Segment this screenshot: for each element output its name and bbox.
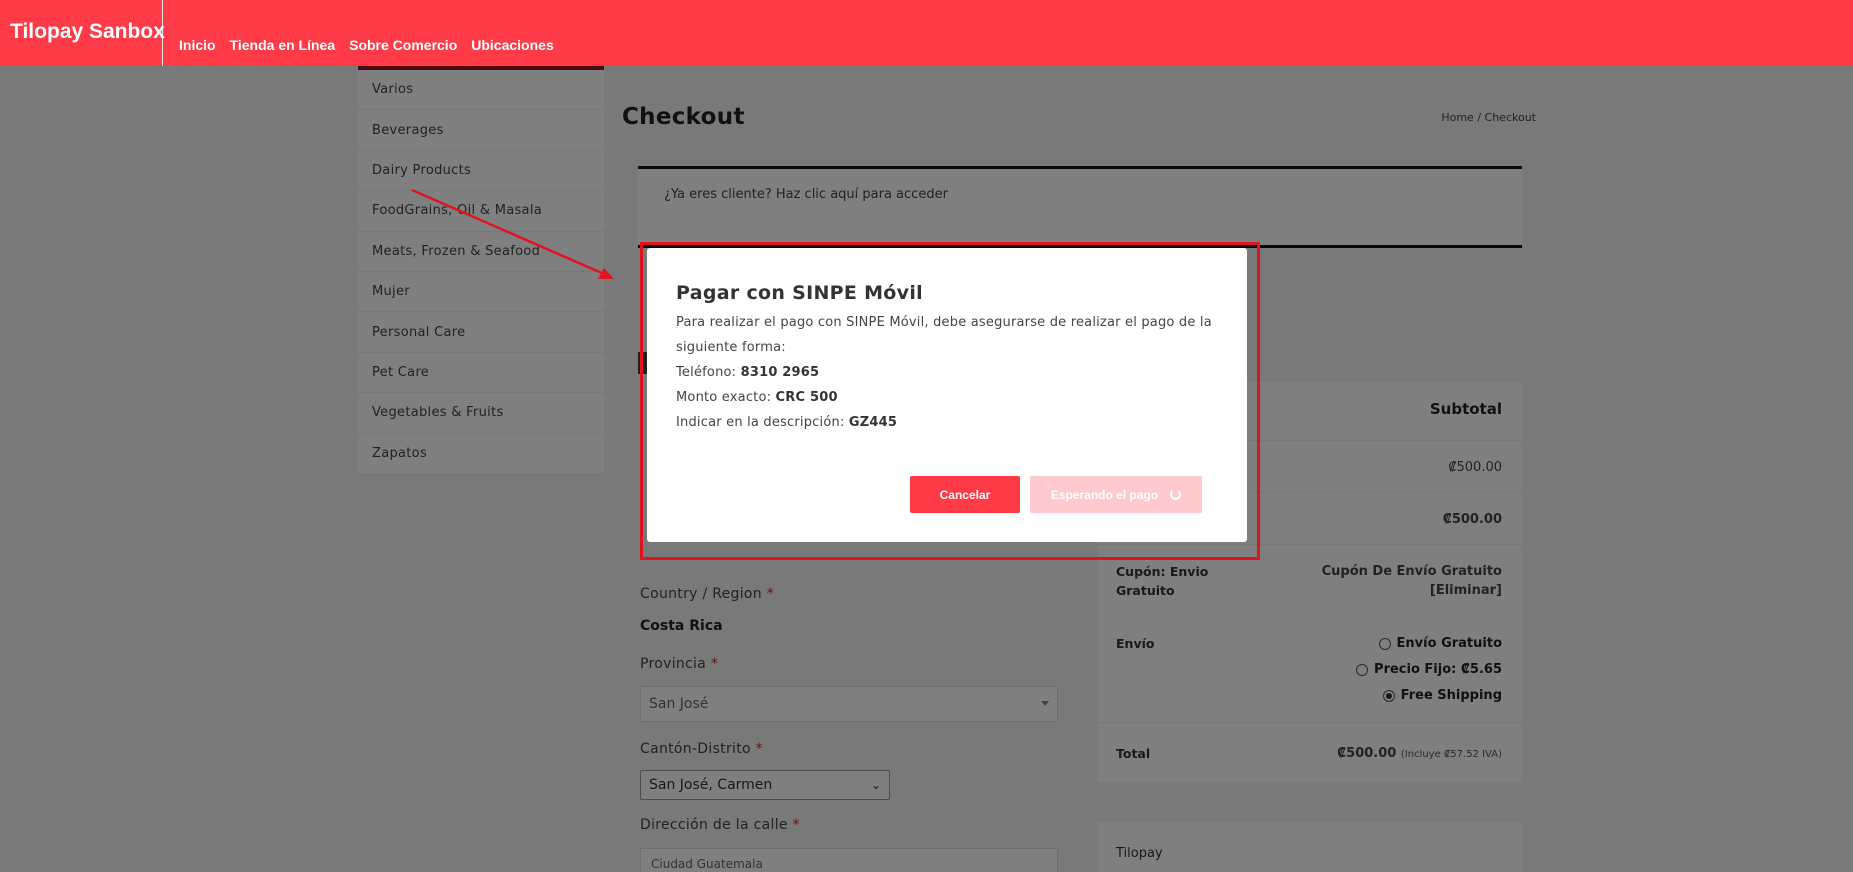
nav-sobre-comercio[interactable]: Sobre Comercio <box>349 37 457 53</box>
annotation-highlight-frame <box>640 242 1260 560</box>
main-nav: Inicio Tienda en Línea Sobre Comercio Ub… <box>179 37 554 53</box>
top-navbar: Tilopay Sanbox Inicio Tienda en Línea So… <box>0 0 1853 66</box>
site-brand[interactable]: Tilopay Sanbox <box>10 20 165 44</box>
nav-tienda-en-linea[interactable]: Tienda en Línea <box>230 37 336 53</box>
nav-ubicaciones[interactable]: Ubicaciones <box>471 37 553 53</box>
brand-divider <box>162 0 163 66</box>
nav-inicio[interactable]: Inicio <box>179 37 216 53</box>
